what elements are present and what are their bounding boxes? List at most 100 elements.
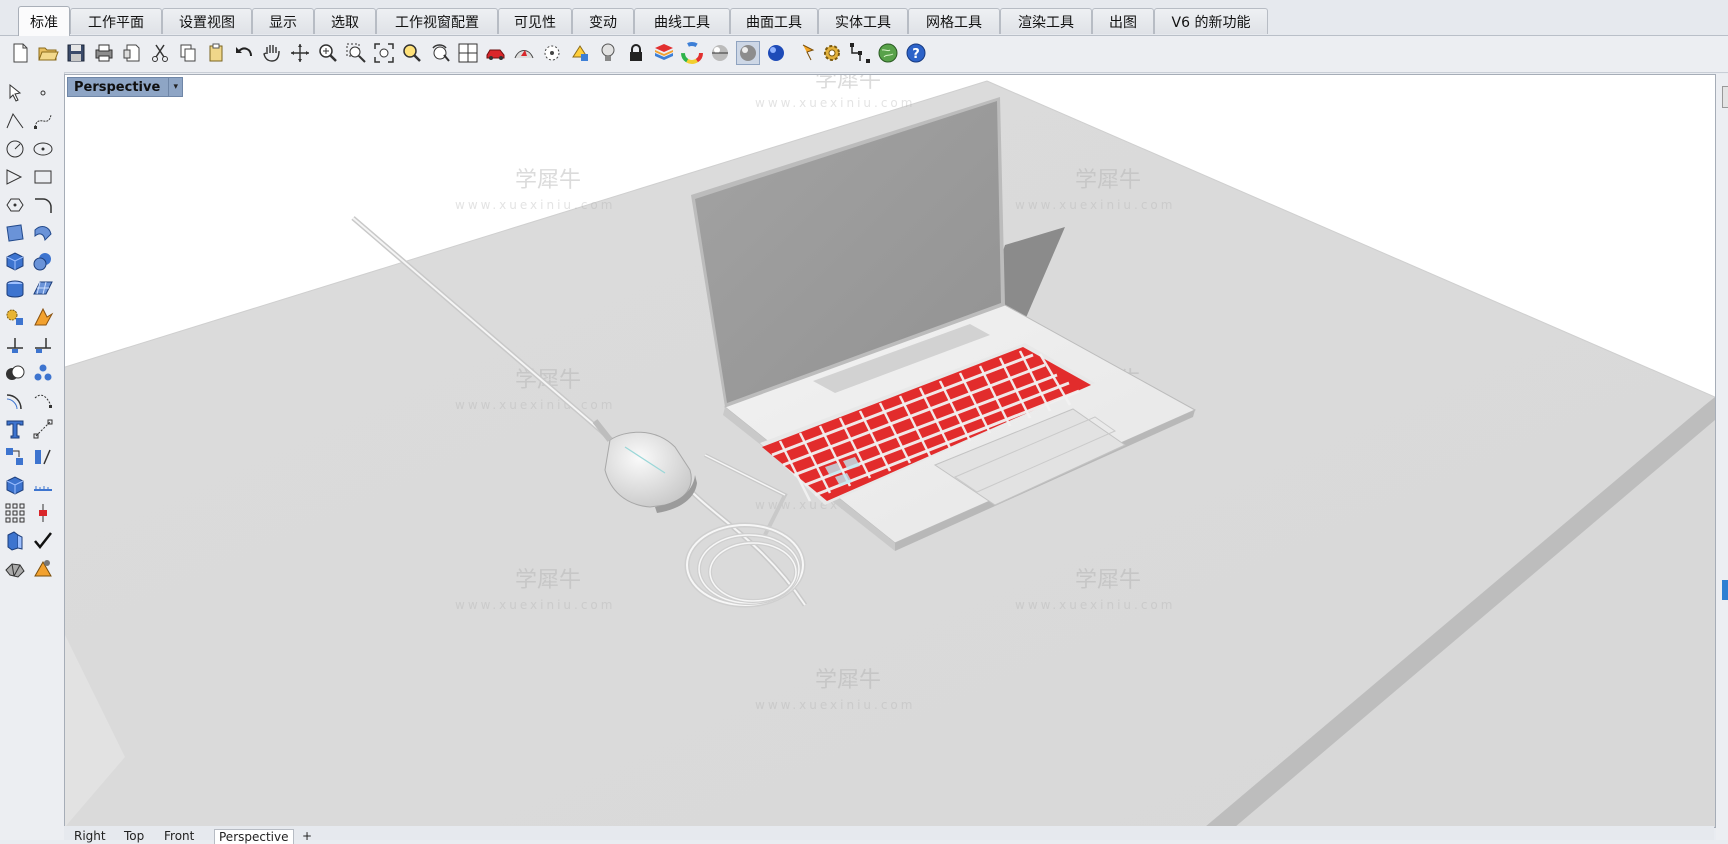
- select-arrow-icon[interactable]: [2, 80, 28, 106]
- blue-sphere-icon[interactable]: [764, 41, 788, 65]
- circle-icon[interactable]: [2, 136, 28, 162]
- globe-icon[interactable]: [876, 41, 900, 65]
- tab-set-view[interactable]: 设置视图: [162, 8, 252, 34]
- render-icon[interactable]: [30, 556, 56, 582]
- explode-icon[interactable]: [2, 304, 28, 330]
- properties-icon[interactable]: [2, 528, 28, 554]
- zoom-window-icon[interactable]: [344, 41, 368, 65]
- text-icon[interactable]: [2, 416, 28, 442]
- watermark-text: 学犀牛: [515, 168, 581, 193]
- tab-visibility[interactable]: 可见性: [498, 8, 572, 34]
- light-icon[interactable]: [596, 41, 620, 65]
- point-icon[interactable]: [30, 80, 56, 106]
- fillet-curve-icon[interactable]: [30, 192, 56, 218]
- tab-transform[interactable]: 变动: [572, 8, 634, 34]
- blend-curve-icon[interactable]: [30, 388, 56, 414]
- watermark-url: www.xuexiniu.com: [1015, 598, 1175, 612]
- undo-view-icon[interactable]: [428, 41, 452, 65]
- boolean-icon[interactable]: [2, 360, 28, 386]
- align-icon[interactable]: [30, 444, 56, 470]
- lock-icon[interactable]: [624, 41, 648, 65]
- panel-scroll-indicator[interactable]: [1722, 580, 1728, 600]
- ellipse-icon[interactable]: [30, 136, 56, 162]
- perspective-viewport[interactable]: Perspective ▾ 学犀牛 www.xuexiniu.com 学犀牛 w…: [64, 74, 1716, 828]
- join-icon[interactable]: [30, 332, 56, 358]
- array-icon[interactable]: [2, 444, 28, 470]
- tab-viewport-layout[interactable]: 工作视窗配置: [376, 8, 498, 34]
- options-gear-icon[interactable]: [820, 41, 844, 65]
- tab-perspective-view[interactable]: Perspective: [214, 829, 294, 844]
- group-icon[interactable]: [30, 360, 56, 386]
- pan-hand-icon[interactable]: [260, 41, 284, 65]
- grid-icon[interactable]: [2, 500, 28, 526]
- main-left-toolbar: [0, 72, 65, 840]
- zoom-icon[interactable]: [316, 41, 340, 65]
- tab-surface-tools[interactable]: 曲面工具: [730, 8, 818, 34]
- ortho-icon[interactable]: [30, 500, 56, 526]
- tab-select[interactable]: 选取: [314, 8, 376, 34]
- snap-icon[interactable]: [848, 41, 872, 65]
- tab-drafting[interactable]: 出图: [1092, 8, 1154, 34]
- layer-icon[interactable]: [652, 41, 676, 65]
- flag-icon[interactable]: [796, 41, 820, 65]
- panel-collapse-tab[interactable]: [1722, 86, 1728, 108]
- polygon-icon[interactable]: [2, 164, 28, 190]
- copy-icon[interactable]: [176, 41, 200, 65]
- zoom-selected-icon[interactable]: [400, 41, 424, 65]
- trim-icon[interactable]: [30, 304, 56, 330]
- arc-icon[interactable]: [2, 192, 28, 218]
- shading-icon[interactable]: [512, 41, 536, 65]
- box-icon[interactable]: [2, 248, 28, 274]
- measure-icon[interactable]: [30, 472, 56, 498]
- paste-icon[interactable]: [204, 41, 228, 65]
- show-objects-icon[interactable]: [568, 41, 592, 65]
- plane-icon[interactable]: [30, 276, 56, 302]
- rectangle-icon[interactable]: [30, 164, 56, 190]
- curve-icon[interactable]: [30, 108, 56, 134]
- tab-right-view[interactable]: Right: [74, 829, 106, 843]
- watermark-text: 学犀牛: [515, 568, 581, 593]
- rotate-view-icon[interactable]: [288, 41, 312, 65]
- help-icon[interactable]: ?: [904, 41, 928, 65]
- block-icon[interactable]: [2, 472, 28, 498]
- new-file-icon[interactable]: [8, 41, 32, 65]
- tab-front-view[interactable]: Front: [164, 829, 194, 843]
- tab-top-view[interactable]: Top: [124, 829, 144, 843]
- dimension-icon[interactable]: [30, 416, 56, 442]
- polyline-icon[interactable]: [2, 108, 28, 134]
- ribbon-tab-bar: 标准 工作平面 设置视图 显示 选取 工作视窗配置 可见性 变动 曲线工具 曲面…: [0, 0, 1728, 36]
- car-icon[interactable]: [484, 41, 508, 65]
- viewport-title-label[interactable]: Perspective: [67, 77, 170, 97]
- tab-solid-tools[interactable]: 实体工具: [818, 8, 908, 34]
- mesh-icon[interactable]: [2, 556, 28, 582]
- render-shaded-icon[interactable]: [736, 41, 760, 65]
- offset-icon[interactable]: [2, 388, 28, 414]
- cylinder-icon[interactable]: [2, 276, 28, 302]
- undo-icon[interactable]: [232, 41, 256, 65]
- tab-cplanes[interactable]: 工作平面: [70, 8, 162, 34]
- tab-display[interactable]: 显示: [252, 8, 314, 34]
- cut-icon[interactable]: [148, 41, 172, 65]
- add-viewport-tab-button[interactable]: +: [302, 829, 312, 843]
- tab-v6-new[interactable]: V6 的新功能: [1154, 8, 1268, 34]
- color-wheel-icon[interactable]: [680, 41, 704, 65]
- viewport-menu-caret-icon[interactable]: ▾: [169, 77, 184, 97]
- split-icon[interactable]: [2, 332, 28, 358]
- extrude-surface-icon[interactable]: [30, 220, 56, 246]
- import-icon[interactable]: [120, 41, 144, 65]
- hide-icon[interactable]: [540, 41, 564, 65]
- tab-render-tools[interactable]: 渲染工具: [1000, 8, 1092, 34]
- check-icon[interactable]: [30, 528, 56, 554]
- tab-mesh-tools[interactable]: 网格工具: [908, 8, 1000, 34]
- render-sphere-icon[interactable]: [708, 41, 732, 65]
- tab-curve-tools[interactable]: 曲线工具: [634, 8, 730, 34]
- four-viewports-icon[interactable]: [456, 41, 480, 65]
- viewport-title[interactable]: Perspective ▾: [67, 77, 184, 97]
- zoom-extents-icon[interactable]: [372, 41, 396, 65]
- save-icon[interactable]: [64, 41, 88, 65]
- surface-icon[interactable]: [2, 220, 28, 246]
- open-file-icon[interactable]: [36, 41, 60, 65]
- tab-standard[interactable]: 标准: [18, 6, 70, 36]
- print-icon[interactable]: [92, 41, 116, 65]
- sphere-icon[interactable]: [30, 248, 56, 274]
